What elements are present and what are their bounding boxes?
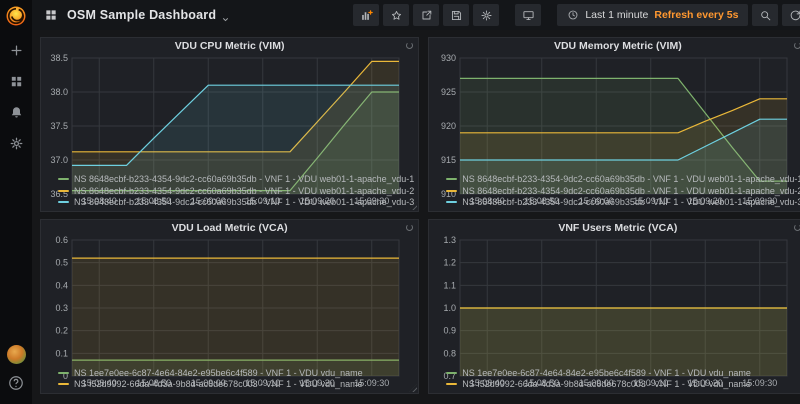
legend-series-label: NS 8648ecbf-b233-4354-9dc2-cc60a69b35db …	[462, 174, 800, 184]
y-axis-tick-label: 0.4	[55, 280, 68, 290]
panel-vdu-memory-metric: VDU Memory Metric (VIM) 9109159209259301…	[428, 37, 800, 212]
panel-title[interactable]: VDU CPU Metric (VIM)	[45, 39, 414, 54]
dashboard-navbar: OSM Sample Dashboard	[32, 0, 800, 30]
panel-title[interactable]: VDU Memory Metric (VIM)	[433, 39, 800, 54]
legend-series-label: NS f52d9992-66da-4d3a-9b8d-ac6de678c003 …	[462, 379, 751, 389]
legend-item[interactable]: NS f52d9992-66da-4d3a-9b8d-ac6de678c003 …	[58, 379, 414, 391]
clock-icon	[567, 9, 579, 21]
zoom-out-search-icon[interactable]	[752, 4, 778, 26]
dashboard-picker-grid-icon[interactable]	[44, 8, 58, 22]
users-chart[interactable]: 0.70.80.91.01.11.21.315:08:4015:08:5015:…	[433, 236, 800, 366]
y-axis-tick-label: 37.5	[50, 121, 68, 131]
panel-title[interactable]: VDU Load Metric (VCA)	[45, 221, 414, 236]
legend-series-color-marker	[446, 372, 457, 374]
dashboard-settings-gear-icon[interactable]	[473, 4, 499, 26]
y-axis-tick-label: 38.5	[50, 54, 68, 63]
panel-title[interactable]: VNF Users Metric (VCA)	[433, 221, 800, 236]
y-axis-tick-label: 0.1	[55, 348, 68, 358]
y-axis-tick-label: 920	[441, 121, 456, 131]
legend-series-color-marker	[446, 201, 457, 203]
memory-chart[interactable]: 91091592092593015:08:4015:08:5015:09:001…	[433, 54, 800, 173]
legend-series-label: NS 1ee7e0ee-6c87-4e64-84e2-e95be6c4f589 …	[462, 368, 751, 378]
y-axis-tick-label: 0.9	[444, 326, 457, 336]
panel-vnf-users-metric: VNF Users Metric (VCA) 0.70.80.91.01.11.…	[428, 219, 800, 394]
legend-series-label: NS 8648ecbf-b233-4354-9dc2-cc60a69b35db …	[74, 174, 414, 184]
y-axis-tick-label: 930	[441, 54, 456, 63]
dashboard-title[interactable]: OSM Sample Dashboard	[67, 8, 216, 22]
legend-series-label: NS 1ee7e0ee-6c87-4e64-84e2-e95be6c4f589 …	[74, 368, 363, 378]
y-axis-tick-label: 0.5	[55, 258, 68, 268]
y-axis-tick-label: 0.3	[55, 303, 68, 313]
y-axis-tick-label: 0.8	[444, 348, 457, 358]
time-range-label: Last 1 minute	[585, 9, 648, 21]
legend-series-color-marker	[58, 190, 69, 192]
legend-series-color-marker	[446, 178, 457, 180]
y-axis-tick-label: 37.0	[50, 155, 68, 165]
sidebar-menu	[6, 40, 26, 164]
y-axis-tick-label: 0.2	[55, 326, 68, 336]
legend-item[interactable]: NS f52d9992-66da-4d3a-9b8d-ac6de678c003 …	[446, 379, 800, 391]
y-axis-tick-label: 38.0	[50, 87, 68, 97]
y-axis-tick-label: 0.6	[55, 236, 68, 245]
legend-item[interactable]: NS 8648ecbf-b233-4354-9dc2-cc60a69b35db …	[446, 174, 800, 186]
help-question-icon[interactable]	[7, 374, 25, 392]
legend-series-label: NS 8648ecbf-b233-4354-9dc2-cc60a69b35db …	[462, 186, 800, 196]
sidebar	[0, 0, 32, 404]
legend-item[interactable]: NS 8648ecbf-b233-4354-9dc2-cc60a69b35db …	[58, 185, 414, 197]
y-axis-tick-label: 925	[441, 87, 456, 97]
legend-item[interactable]: NS 1ee7e0ee-6c87-4e64-84e2-e95be6c4f589 …	[446, 367, 800, 379]
main-area: OSM Sample Dashboard	[32, 0, 800, 404]
legend-series-label: NS 8648ecbf-b233-4354-9dc2-cc60a69b35db …	[462, 197, 800, 207]
grafana-logo-icon[interactable]	[4, 4, 28, 28]
panel-loading-icon	[794, 42, 800, 49]
legend-series-color-marker	[58, 178, 69, 180]
y-axis-tick-label: 915	[441, 155, 456, 165]
create-plus-icon[interactable]	[6, 40, 26, 60]
legend-item[interactable]: NS 1ee7e0ee-6c87-4e64-84e2-e95be6c4f589 …	[58, 367, 414, 379]
refresh-button[interactable]	[782, 4, 800, 26]
panel-legend: NS 1ee7e0ee-6c87-4e64-84e2-e95be6c4f589 …	[433, 366, 800, 391]
legend-item[interactable]: NS 8648ecbf-b233-4354-9dc2-cc60a69b35db …	[446, 197, 800, 209]
legend-series-label: NS 8648ecbf-b233-4354-9dc2-cc60a69b35db …	[74, 186, 414, 196]
panel-legend: NS 8648ecbf-b233-4354-9dc2-cc60a69b35db …	[433, 173, 800, 210]
dashboards-icon[interactable]	[6, 71, 26, 91]
legend-series-color-marker	[446, 190, 457, 192]
y-axis-tick-label: 1.3	[444, 236, 457, 245]
legend-item[interactable]: NS 8648ecbf-b233-4354-9dc2-cc60a69b35db …	[446, 185, 800, 197]
save-button[interactable]	[443, 4, 469, 26]
legend-item[interactable]: NS 8648ecbf-b233-4354-9dc2-cc60a69b35db …	[58, 174, 414, 186]
user-avatar[interactable]	[7, 345, 26, 364]
time-picker-button[interactable]: Last 1 minute Refresh every 5s	[557, 4, 748, 26]
legend-series-label: NS 8648ecbf-b233-4354-9dc2-cc60a69b35db …	[74, 197, 414, 207]
cpu-chart[interactable]: 36.537.037.538.038.515:08:4015:08:5015:0…	[45, 54, 414, 173]
y-axis-tick-label: 1.0	[444, 303, 457, 313]
y-axis-tick-label: 1.2	[444, 258, 457, 268]
star-button[interactable]	[383, 4, 409, 26]
alerting-bell-icon[interactable]	[6, 102, 26, 122]
tv-mode-button[interactable]	[515, 4, 541, 26]
legend-series-color-marker	[58, 383, 69, 385]
legend-series-label: NS f52d9992-66da-4d3a-9b8d-ac6de678c003 …	[74, 379, 363, 389]
grafana-app: OSM Sample Dashboard	[0, 0, 800, 404]
load-chart[interactable]: 00.10.20.30.40.50.615:08:4015:08:5015:09…	[45, 236, 414, 366]
panel-loading-icon	[794, 224, 800, 231]
configuration-gear-icon[interactable]	[6, 133, 26, 153]
share-button[interactable]	[413, 4, 439, 26]
add-panel-button[interactable]	[353, 4, 379, 26]
refresh-interval-label: Refresh every 5s	[654, 9, 738, 21]
legend-series-color-marker	[58, 372, 69, 374]
panel-legend: NS 8648ecbf-b233-4354-9dc2-cc60a69b35db …	[45, 173, 414, 210]
panel-legend: NS 1ee7e0ee-6c87-4e64-84e2-e95be6c4f589 …	[45, 366, 414, 391]
panel-vdu-load-metric: VDU Load Metric (VCA) 00.10.20.30.40.50.…	[40, 219, 419, 394]
dashboard-grid: VDU CPU Metric (VIM) 36.537.037.538.038.…	[32, 30, 800, 404]
legend-series-color-marker	[58, 201, 69, 203]
panel-vdu-cpu-metric: VDU CPU Metric (VIM) 36.537.037.538.038.…	[40, 37, 419, 212]
y-axis-tick-label: 1.1	[444, 280, 457, 290]
chevron-down-icon[interactable]	[221, 11, 230, 20]
legend-item[interactable]: NS 8648ecbf-b233-4354-9dc2-cc60a69b35db …	[58, 197, 414, 209]
series-fill	[72, 258, 399, 376]
legend-series-color-marker	[446, 383, 457, 385]
